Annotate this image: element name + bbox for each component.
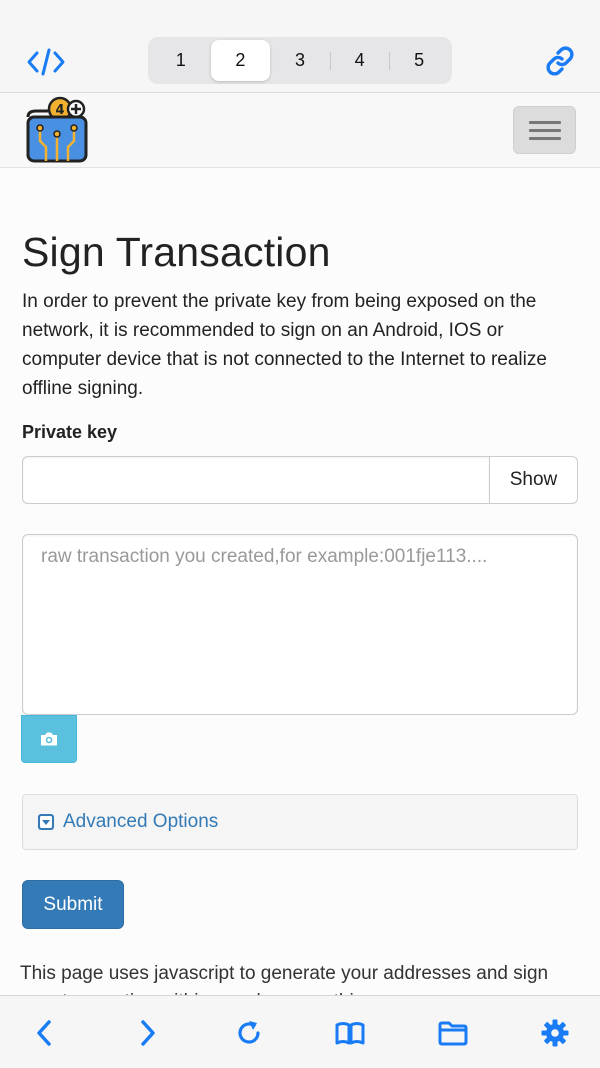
browser-bottom-toolbar <box>0 995 600 1068</box>
forward-icon[interactable] <box>132 1018 162 1048</box>
back-icon[interactable] <box>30 1018 60 1048</box>
code-icon[interactable] <box>26 46 66 78</box>
settings-icon[interactable] <box>540 1018 570 1048</box>
raw-transaction-textarea[interactable] <box>22 534 578 715</box>
page-tabs: 1 2 3 4 5 <box>148 37 452 84</box>
page-title: Sign Transaction <box>22 229 331 275</box>
browser-top-toolbar: 1 2 3 4 5 <box>0 0 600 93</box>
hamburger-line <box>529 129 561 132</box>
advanced-options-link[interactable]: Advanced Options <box>63 811 218 833</box>
page-description: In order to prevent the private key from… <box>22 291 547 399</box>
folder-icon[interactable] <box>438 1018 468 1048</box>
advanced-options-toggle[interactable]: Advanced Options <box>22 794 578 850</box>
hamburger-line <box>529 121 561 124</box>
private-key-input[interactable] <box>22 456 489 504</box>
private-key-label: Private key <box>22 422 118 442</box>
tab-2[interactable]: 2 <box>210 40 271 81</box>
wallet-circuit-logo[interactable]: 4 <box>24 95 92 165</box>
bookmarks-icon[interactable] <box>335 1018 365 1048</box>
tab-3[interactable]: 3 <box>270 40 330 81</box>
camera-icon <box>41 732 57 746</box>
scan-qr-button[interactable] <box>21 715 77 763</box>
private-key-group: Show <box>22 456 578 504</box>
submit-button[interactable]: Submit <box>22 880 124 929</box>
show-button[interactable]: Show <box>489 456 578 504</box>
reload-icon[interactable] <box>234 1018 264 1048</box>
tab-4[interactable]: 4 <box>329 40 390 81</box>
collapse-down-icon <box>38 814 54 830</box>
link-icon[interactable] <box>542 44 578 78</box>
tab-1[interactable]: 1 <box>151 40 211 81</box>
tab-5[interactable]: 5 <box>389 40 449 81</box>
hamburger-line <box>529 137 561 140</box>
hamburger-menu-button[interactable] <box>513 106 576 154</box>
sign-transaction-form: Sign Transaction In order to prevent the… <box>20 226 578 1012</box>
